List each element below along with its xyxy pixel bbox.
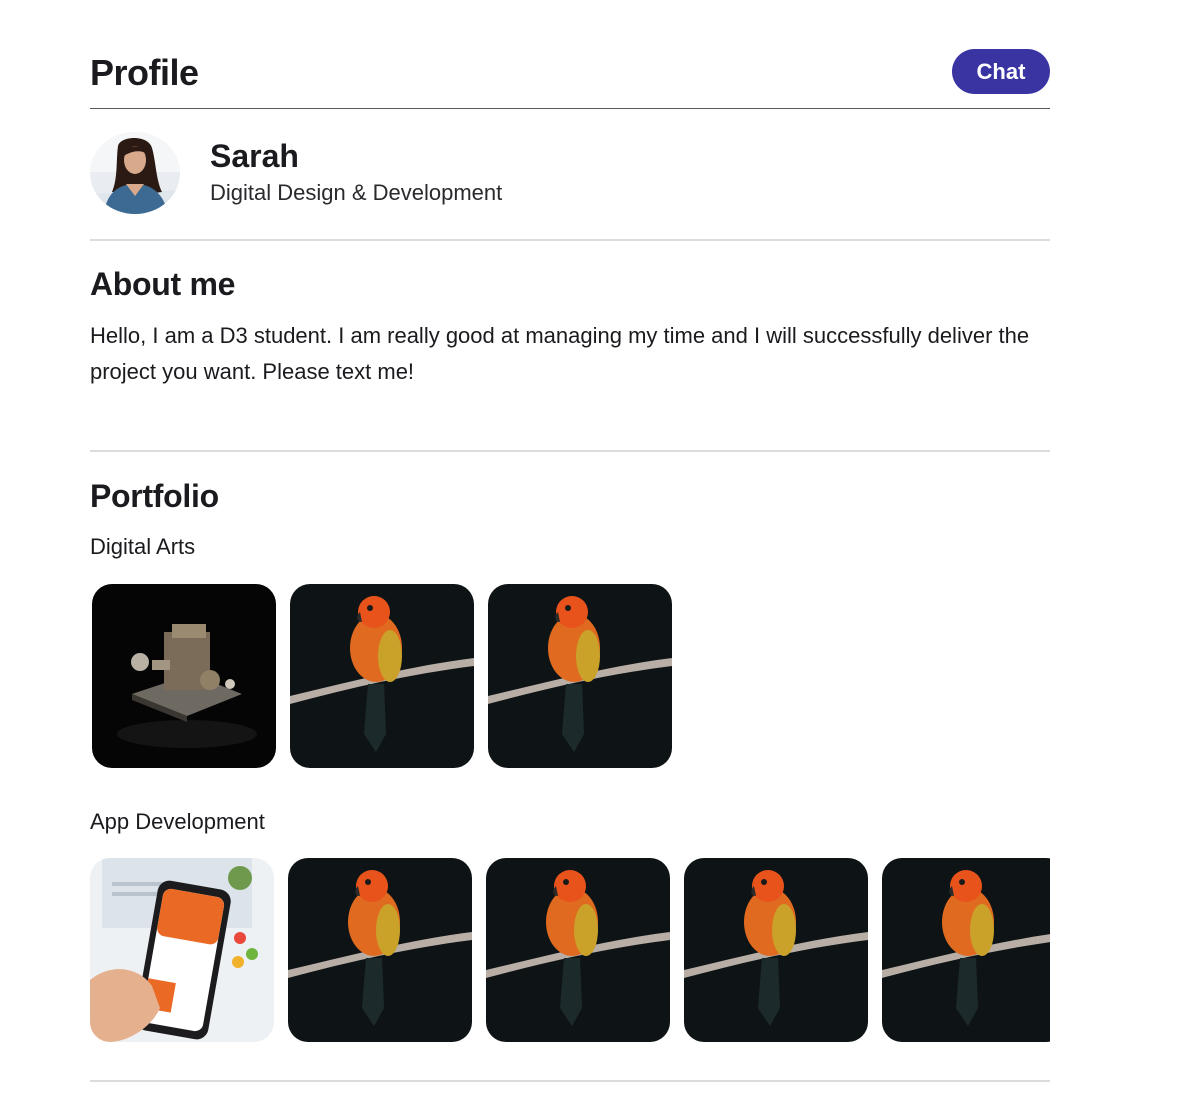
portfolio-row-digital-arts	[90, 584, 1050, 770]
profile-page: Profile Chat Sarah Digital Design & Deve…	[90, 0, 1050, 1093]
header-divider	[90, 108, 1050, 109]
portfolio-item[interactable]	[882, 858, 1050, 1042]
about-title: About me	[90, 266, 236, 302]
portfolio-item[interactable]	[90, 858, 274, 1042]
user-role: Digital Design & Development	[210, 180, 503, 205]
portfolio-title: Portfolio	[90, 478, 219, 514]
portfolio-item[interactable]	[92, 584, 276, 768]
user-name: Sarah	[210, 138, 299, 174]
portfolio-divider	[90, 1080, 1050, 1082]
chat-button[interactable]: Chat	[952, 49, 1050, 94]
avatar	[90, 132, 180, 214]
portfolio-row-app-development	[90, 858, 1050, 1044]
profile-divider	[90, 239, 1050, 241]
portfolio-item[interactable]	[684, 858, 868, 1042]
page-title: Profile	[90, 52, 199, 93]
category-title-app-development: App Development	[90, 809, 265, 834]
portfolio-item[interactable]	[486, 858, 670, 1042]
about-text: Hello, I am a D3 student. I am really go…	[90, 323, 1030, 384]
category-title-digital-arts: Digital Arts	[90, 534, 196, 559]
profile-card: Sarah Digital Design & Development	[90, 130, 1050, 220]
about-divider	[90, 450, 1050, 452]
page-header: Profile Chat	[90, 48, 1050, 108]
portfolio-item[interactable]	[288, 858, 472, 1042]
portfolio-item[interactable]	[290, 584, 474, 768]
portfolio-item[interactable]	[488, 584, 672, 768]
